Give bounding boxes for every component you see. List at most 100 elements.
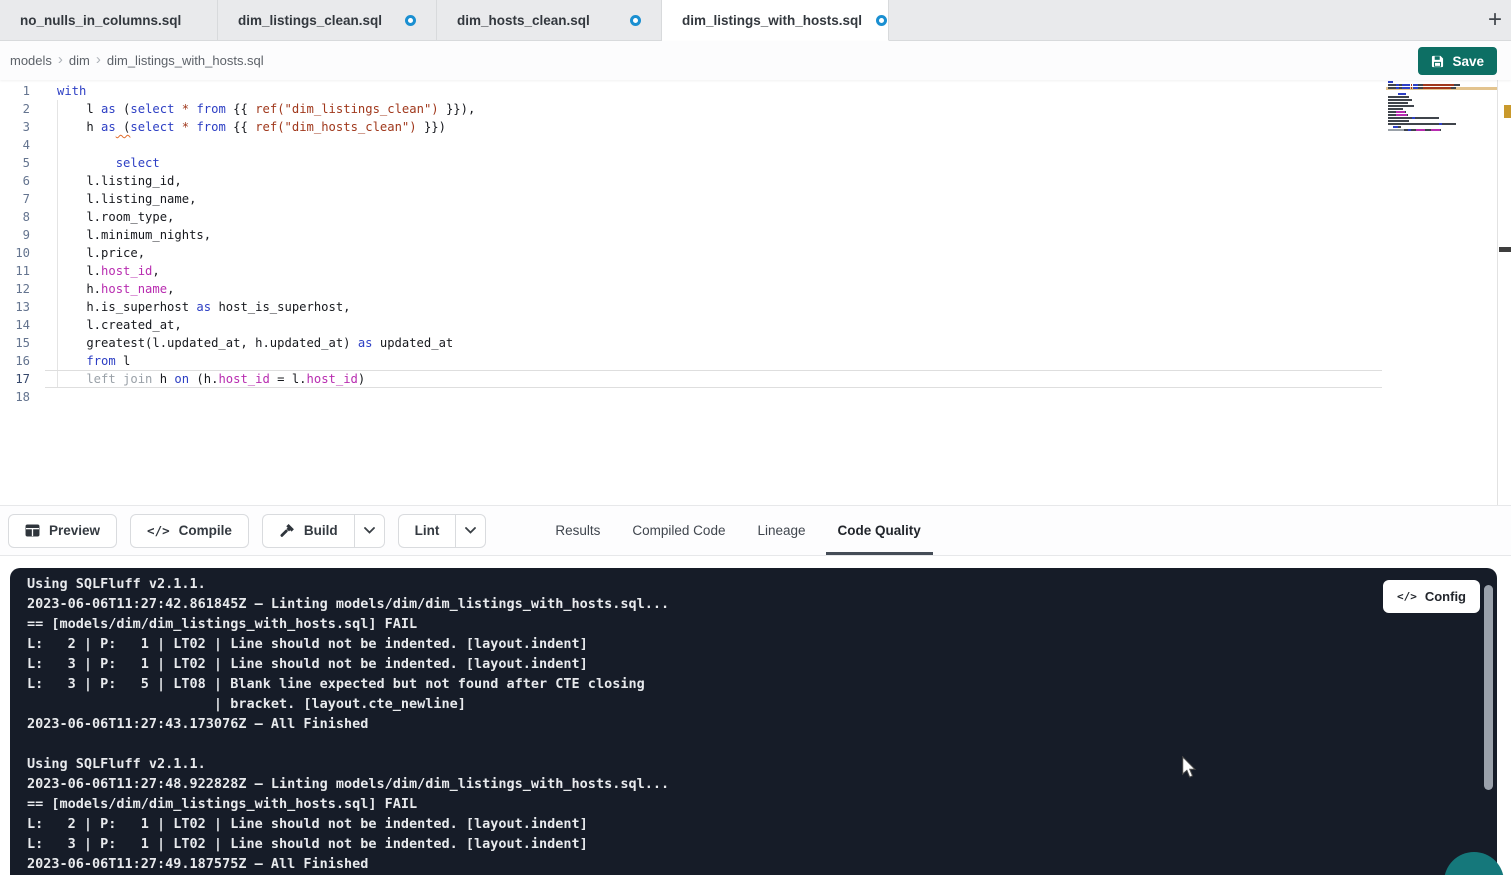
code-line: l.listing_name,: [57, 190, 475, 208]
tab-strip-filler: +: [889, 0, 1511, 41]
minimap-line: [1388, 111, 1406, 113]
code-line: [57, 388, 475, 406]
config-button[interactable]: </> Config: [1383, 580, 1480, 613]
hammer-icon: [279, 523, 295, 539]
code-line: h.host_name,: [57, 280, 475, 298]
minimap[interactable]: [1386, 81, 1497, 139]
line-number: 7: [0, 190, 30, 208]
breadcrumb-separator-icon: ›: [96, 51, 101, 68]
new-tab-button[interactable]: +: [1488, 8, 1502, 32]
line-number: 2: [0, 100, 30, 118]
code-icon: </>: [147, 523, 170, 538]
tab-label: Lineage: [757, 523, 805, 538]
save-button[interactable]: Save: [1418, 47, 1497, 75]
line-number: 12: [0, 280, 30, 298]
breadcrumb-item-models[interactable]: models: [10, 53, 52, 68]
chevron-down-icon: [465, 527, 476, 534]
minimap-line: [1388, 126, 1401, 128]
code-line: l.price,: [57, 244, 475, 262]
line-number: 6: [0, 172, 30, 190]
preview-button[interactable]: Preview: [8, 514, 117, 548]
tab-dim-listings-with-hosts[interactable]: dim_listings_with_hosts.sql: [662, 0, 889, 41]
tab-label: dim_listings_clean.sql: [238, 13, 382, 28]
lint-dropdown-button[interactable]: [455, 514, 486, 548]
minimap-line: [1388, 84, 1460, 86]
tab-label: Code Quality: [838, 523, 921, 538]
dbt-cloud-ide: no_nulls_in_columns.sql dim_listings_cle…: [0, 0, 1511, 875]
tab-label: Compiled Code: [632, 523, 725, 538]
code-line: select: [57, 154, 475, 172]
line-number: 3: [0, 118, 30, 136]
warning-marker: [1504, 105, 1511, 118]
line-number: 8: [0, 208, 30, 226]
minimap-line: [1388, 96, 1409, 98]
line-number: 13: [0, 298, 30, 316]
tab-label: dim_listings_with_hosts.sql: [682, 13, 862, 28]
code-line: l as (select * from {{ ref("dim_listings…: [57, 100, 475, 118]
table-icon: [25, 524, 40, 537]
minimap-line: [1388, 108, 1403, 110]
breadcrumb-bar: models › dim › dim_listings_with_hosts.s…: [0, 41, 1511, 80]
line-number: 17: [0, 370, 30, 388]
minimap-line: [1388, 93, 1406, 95]
minimap-line: [1388, 99, 1412, 101]
tab-lineage[interactable]: Lineage: [745, 506, 817, 555]
minimap-line: [1388, 81, 1393, 83]
code-line: h.is_superhost as host_is_superhost,: [57, 298, 475, 316]
build-dropdown-button[interactable]: [354, 514, 385, 548]
tab-no-nulls-in-columns[interactable]: no_nulls_in_columns.sql: [0, 0, 218, 41]
breadcrumb-item-file: dim_listings_with_hosts.sql: [107, 53, 264, 68]
terminal-scrollbar[interactable]: [1484, 585, 1493, 790]
config-label: Config: [1425, 589, 1466, 604]
cursor-position-marker: [1499, 247, 1511, 252]
tab-code-quality[interactable]: Code Quality: [826, 506, 933, 555]
modified-dot-icon: [405, 15, 416, 26]
breadcrumb-item-dim[interactable]: dim: [69, 53, 90, 68]
line-number: 4: [0, 136, 30, 154]
terminal-output: Using SQLFluff v2.1.1. 2023-06-06T11:27:…: [10, 568, 1497, 874]
line-number: 10: [0, 244, 30, 262]
minimap-line: [1388, 105, 1414, 107]
code-icon: </>: [1397, 590, 1417, 603]
lint-label: Lint: [415, 523, 440, 538]
result-panel-tabs: Results Compiled Code Lineage Code Quali…: [543, 506, 932, 555]
compile-button[interactable]: </> Compile: [130, 514, 249, 548]
tab-strip: no_nulls_in_columns.sql dim_listings_cle…: [0, 0, 1511, 41]
tab-dim-listings-clean[interactable]: dim_listings_clean.sql: [218, 0, 437, 41]
code-line: [57, 136, 475, 154]
code-line: greatest(l.updated_at, h.updated_at) as …: [57, 334, 475, 352]
lint-button[interactable]: Lint: [398, 514, 456, 548]
code-line: left join h on (h.host_id = l.host_id): [57, 370, 475, 388]
build-button-group: Build: [262, 514, 385, 548]
code-content[interactable]: with l as (select * from {{ ref("dim_lis…: [57, 82, 475, 406]
compile-label: Compile: [179, 523, 232, 538]
minimap-line: [1388, 123, 1456, 125]
tab-compiled-code[interactable]: Compiled Code: [620, 506, 737, 555]
minimap-line: [1388, 120, 1409, 122]
code-line: l.created_at,: [57, 316, 475, 334]
save-icon: [1431, 55, 1444, 68]
tab-label: dim_hosts_clean.sql: [457, 13, 590, 28]
modified-dot-icon: [630, 15, 641, 26]
code-editor[interactable]: 123456789101112131415161718 with l as (s…: [0, 80, 1511, 505]
tab-label: no_nulls_in_columns.sql: [20, 13, 181, 28]
line-number: 9: [0, 226, 30, 244]
line-numbers: 123456789101112131415161718: [0, 82, 30, 406]
preview-label: Preview: [49, 523, 100, 538]
minimap-line: [1388, 129, 1441, 131]
line-number: 11: [0, 262, 30, 280]
code-line: l.listing_id,: [57, 172, 475, 190]
tab-results[interactable]: Results: [543, 506, 612, 555]
lint-output-terminal[interactable]: Using SQLFluff v2.1.1. 2023-06-06T11:27:…: [10, 568, 1497, 875]
modified-dot-icon: [876, 15, 887, 26]
minimap-line: [1388, 117, 1439, 119]
code-line: h as (select * from {{ ref("dim_hosts_cl…: [57, 118, 475, 136]
save-label: Save: [1452, 54, 1484, 69]
code-line: l.room_type,: [57, 208, 475, 226]
overview-ruler[interactable]: [1497, 80, 1511, 505]
tab-dim-hosts-clean[interactable]: dim_hosts_clean.sql: [437, 0, 662, 41]
build-button[interactable]: Build: [262, 514, 354, 548]
line-number: 5: [0, 154, 30, 172]
code-line: l.minimum_nights,: [57, 226, 475, 244]
line-number: 18: [0, 388, 30, 406]
